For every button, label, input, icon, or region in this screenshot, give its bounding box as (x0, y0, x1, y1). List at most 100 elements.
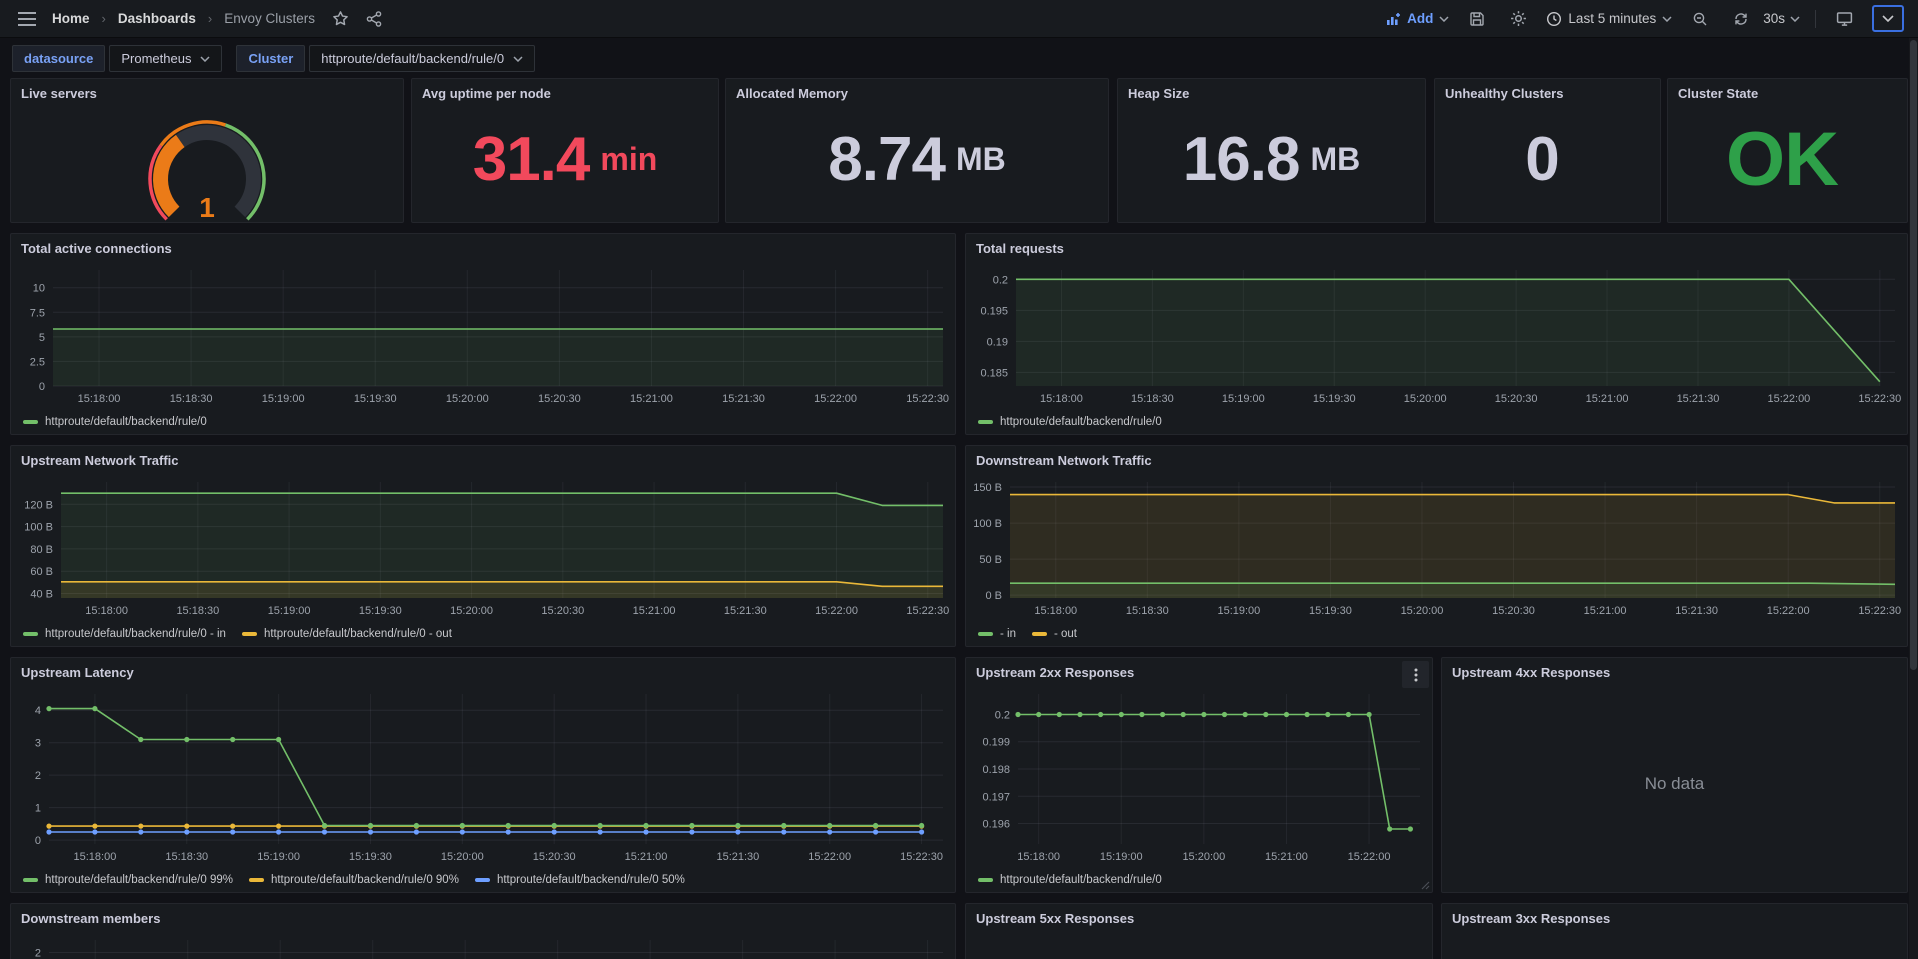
legend-item[interactable]: httproute/default/backend/rule/0 (978, 416, 1162, 428)
legend-swatch (23, 878, 38, 882)
svg-text:15:18:30: 15:18:30 (176, 605, 219, 617)
svg-text:15:21:00: 15:21:00 (625, 851, 668, 863)
svg-text:7.5: 7.5 (30, 307, 45, 319)
total-active-connections-chart[interactable]: 15:18:0015:18:3015:19:0015:19:3015:20:00… (13, 262, 953, 432)
legend-item[interactable]: - out (1032, 628, 1077, 640)
svg-text:0.195: 0.195 (980, 305, 1008, 317)
panel-menu-button[interactable] (1402, 661, 1429, 688)
upstream-2xx-chart[interactable]: 15:18:0015:19:0015:20:0015:21:0015:22:00… (968, 686, 1430, 890)
refresh-interval-picker[interactable]: 30s (1763, 11, 1800, 26)
svg-text:15:18:30: 15:18:30 (165, 851, 208, 863)
svg-text:15:19:30: 15:19:30 (1309, 605, 1352, 617)
svg-text:120 B: 120 B (24, 499, 53, 511)
share-button[interactable] (361, 6, 387, 32)
svg-text:10: 10 (33, 283, 45, 295)
svg-text:0.2: 0.2 (995, 709, 1010, 721)
svg-text:15:20:00: 15:20:00 (1401, 605, 1444, 617)
tv-mode-button[interactable] (1831, 6, 1857, 32)
panel-unhealthy-clusters: Unhealthy Clusters 0 (1434, 78, 1661, 223)
favorite-button[interactable] (327, 6, 353, 32)
svg-text:15:18:00: 15:18:00 (1040, 393, 1083, 405)
legend-item[interactable]: httproute/default/backend/rule/0 - out (242, 628, 452, 640)
svg-text:5: 5 (39, 332, 45, 344)
refresh-button[interactable] (1728, 6, 1754, 32)
vertical-scrollbar[interactable] (1909, 38, 1918, 959)
breadcrumb-home[interactable]: Home (52, 11, 90, 26)
svg-text:0: 0 (35, 835, 41, 847)
downstream-network-traffic-chart[interactable]: 15:18:0015:18:3015:19:0015:19:3015:20:00… (968, 474, 1905, 644)
share-icon (366, 11, 382, 27)
chart-legend: - in - out (978, 628, 1077, 640)
zoom-out-time-button[interactable] (1687, 6, 1713, 32)
variable-cluster-picker[interactable]: httproute/default/backend/rule/0 (309, 45, 535, 72)
legend-item[interactable]: httproute/default/backend/rule/0 - in (23, 628, 226, 640)
variable-datasource-picker[interactable]: Prometheus (109, 45, 222, 72)
svg-text:15:19:00: 15:19:00 (257, 851, 300, 863)
svg-text:0.185: 0.185 (980, 367, 1008, 379)
panel-title: Upstream 3xx Responses (1452, 911, 1610, 926)
total-requests-chart[interactable]: 15:18:0015:18:3015:19:0015:19:3015:20:00… (968, 262, 1905, 432)
legend-swatch (242, 632, 257, 636)
svg-text:15:19:30: 15:19:30 (359, 605, 402, 617)
legend-label: httproute/default/backend/rule/0 - out (264, 628, 452, 640)
legend-item[interactable]: httproute/default/backend/rule/0 50% (475, 874, 685, 886)
svg-text:15:22:00: 15:22:00 (808, 851, 851, 863)
svg-text:15:18:30: 15:18:30 (1126, 605, 1169, 617)
legend-label: httproute/default/backend/rule/0 (45, 416, 207, 428)
zoom-out-icon (1692, 11, 1708, 27)
breadcrumb-dashboards[interactable]: Dashboards (118, 11, 196, 26)
legend-item[interactable]: httproute/default/backend/rule/0 90% (249, 874, 459, 886)
svg-text:50 B: 50 B (979, 554, 1002, 566)
chevron-down-icon (1882, 15, 1894, 22)
svg-text:15:20:00: 15:20:00 (450, 605, 493, 617)
svg-text:15:20:30: 15:20:30 (1495, 393, 1538, 405)
svg-text:1: 1 (35, 803, 41, 815)
legend-item[interactable]: httproute/default/backend/rule/0 (978, 874, 1162, 886)
svg-text:15:21:00: 15:21:00 (1265, 851, 1308, 863)
svg-text:15:21:00: 15:21:00 (633, 605, 676, 617)
save-icon (1469, 11, 1485, 27)
settings-button[interactable] (1505, 6, 1531, 32)
legend-item[interactable]: - in (978, 628, 1016, 640)
panel-title: Downstream members (21, 911, 160, 926)
legend-item[interactable]: httproute/default/backend/rule/0 99% (23, 874, 233, 886)
svg-text:15:19:30: 15:19:30 (349, 851, 392, 863)
save-dashboard-button[interactable] (1464, 6, 1490, 32)
hamburger-icon (18, 12, 36, 26)
chart-legend: httproute/default/backend/rule/0 (23, 416, 207, 428)
menu-button[interactable] (14, 6, 40, 32)
time-range-picker[interactable]: Last 5 minutes (1546, 11, 1672, 27)
live-servers-gauge: 1 (11, 105, 403, 222)
svg-text:60 B: 60 B (30, 566, 53, 578)
svg-text:80 B: 80 B (30, 544, 53, 556)
upstream-latency-chart[interactable]: 15:18:0015:18:3015:19:0015:19:3015:20:00… (13, 686, 953, 890)
panel-resize-handle[interactable] (1421, 881, 1430, 890)
svg-text:15:19:00: 15:19:00 (1222, 393, 1265, 405)
svg-text:150 B: 150 B (973, 482, 1002, 494)
svg-text:0.196: 0.196 (982, 819, 1010, 831)
downstream-members-chart[interactable]: 15:18:0015:18:3015:19:0015:19:3015:20:00… (13, 932, 953, 959)
svg-text:15:19:00: 15:19:00 (262, 393, 305, 405)
variable-cluster-label: Cluster (236, 45, 305, 72)
panel-title: Avg uptime per node (422, 86, 551, 101)
collapse-toolbar-button[interactable] (1872, 5, 1904, 32)
breadcrumb-separator: › (208, 11, 212, 26)
svg-text:15:18:00: 15:18:00 (78, 393, 121, 405)
toolbar-divider (1815, 10, 1816, 28)
svg-text:0 B: 0 B (985, 590, 1002, 602)
panel-total-active-connections: Total active connections 15:18:0015:18:3… (10, 233, 956, 435)
add-button[interactable]: Add (1385, 11, 1449, 27)
svg-text:2.5: 2.5 (30, 356, 45, 368)
svg-text:0.197: 0.197 (982, 791, 1010, 803)
svg-text:3: 3 (35, 738, 41, 750)
stat-value: OK (1668, 103, 1907, 216)
svg-text:15:21:30: 15:21:30 (722, 393, 765, 405)
svg-text:15:22:30: 15:22:30 (906, 605, 949, 617)
panel-downstream-network-traffic: Downstream Network Traffic 15:18:0015:18… (965, 445, 1908, 647)
scrollbar-thumb[interactable] (1910, 40, 1917, 670)
monitor-icon (1836, 10, 1853, 27)
upstream-network-traffic-chart[interactable]: 15:18:0015:18:3015:19:0015:19:3015:20:00… (13, 474, 953, 644)
legend-swatch (1032, 632, 1047, 636)
legend-item[interactable]: httproute/default/backend/rule/0 (23, 416, 207, 428)
svg-text:15:18:00: 15:18:00 (74, 851, 117, 863)
